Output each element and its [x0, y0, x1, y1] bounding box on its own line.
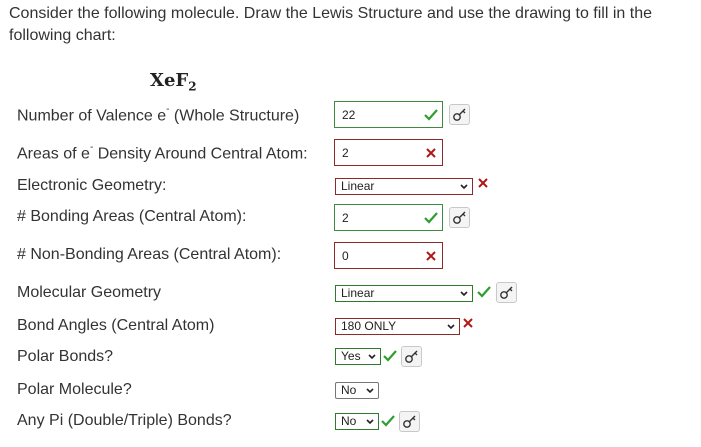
key-icon[interactable]: [449, 104, 470, 125]
check-icon: [424, 109, 438, 121]
key-icon[interactable]: [449, 207, 470, 228]
key-icon[interactable]: [399, 411, 420, 432]
label-non-bonding-areas: # Non-Bonding Areas (Central Atom):: [17, 246, 282, 263]
bonding-areas-input[interactable]: 2: [334, 204, 443, 231]
chevron-down-icon: [366, 419, 374, 425]
formula-subscript: 2: [188, 79, 197, 94]
x-icon: [426, 251, 436, 261]
label-electron-density-areas: Areas of e- Density Around Central Atom:: [17, 142, 308, 163]
electron-density-areas-input[interactable]: 2: [334, 139, 443, 166]
label-polar-bonds: Polar Bonds?: [17, 348, 114, 365]
electronic-geometry-select[interactable]: Linear: [335, 178, 473, 195]
question-prompt: Consider the following molecule. Draw th…: [9, 5, 652, 44]
label-valence-electrons: Number of Valence e- (Whole Structure): [17, 104, 300, 125]
label-molecular-geometry: Molecular Geometry: [17, 284, 162, 301]
label-bond-angles: Bond Angles (Central Atom): [17, 317, 215, 334]
chevron-down-icon: [447, 324, 455, 330]
key-icon[interactable]: [401, 346, 422, 367]
bond-angles-select[interactable]: 180 ONLY: [335, 318, 460, 335]
valence-electrons-input[interactable]: 22: [334, 101, 443, 128]
formula-base: XeF: [150, 70, 189, 91]
check-icon: [383, 350, 397, 362]
molecular-geometry-select[interactable]: Linear: [335, 285, 473, 302]
pi-bonds-select[interactable]: No: [335, 413, 379, 430]
label-electronic-geometry: Electronic Geometry:: [17, 177, 167, 194]
chevron-down-icon: [366, 388, 374, 394]
label-polar-molecule: Polar Molecule?: [17, 381, 132, 398]
x-icon: [478, 178, 488, 188]
check-icon: [381, 415, 395, 427]
non-bonding-areas-input[interactable]: 0: [334, 242, 443, 269]
molecule-formula: XeF2: [150, 70, 197, 94]
key-icon[interactable]: [496, 282, 517, 303]
check-icon: [424, 212, 438, 224]
check-icon: [477, 286, 491, 298]
polar-molecule-select[interactable]: No: [335, 382, 379, 399]
label-bonding-areas: # Bonding Areas (Central Atom):: [17, 208, 247, 225]
chevron-down-icon: [460, 184, 468, 190]
x-icon: [426, 148, 436, 158]
chevron-down-icon: [460, 291, 468, 297]
label-pi-bonds: Any Pi (Double/Triple) Bonds?: [17, 412, 232, 429]
polar-bonds-select[interactable]: Yes: [335, 348, 381, 365]
x-icon: [463, 318, 473, 328]
chevron-down-icon: [368, 354, 376, 360]
